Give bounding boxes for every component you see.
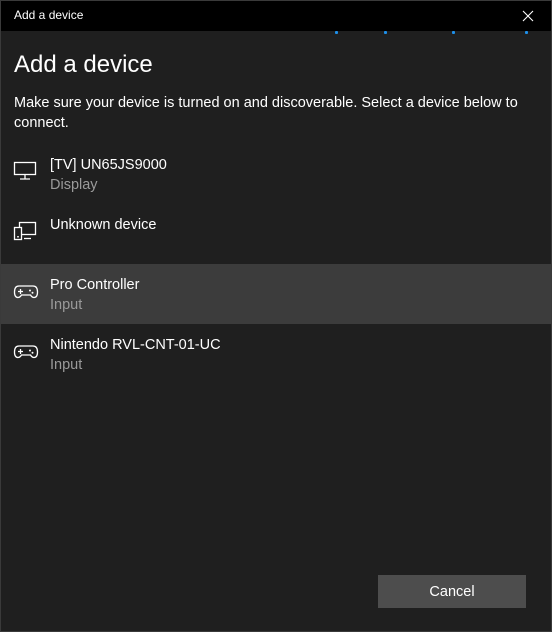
gamepad-icon	[13, 340, 39, 362]
device-item-tv[interactable]: [TV] UN65JS9000 Display	[1, 144, 551, 204]
progress-dot	[384, 31, 387, 34]
page-title: Add a device	[14, 51, 153, 78]
devices-icon	[13, 220, 39, 242]
device-type: Input	[50, 357, 83, 373]
progress-indicator	[1, 31, 551, 37]
title-bar: Add a device	[1, 1, 551, 31]
device-name: [TV] UN65JS9000	[50, 157, 167, 173]
progress-dot	[335, 31, 338, 34]
close-button[interactable]	[505, 1, 551, 31]
device-type: Display	[50, 177, 98, 193]
add-device-window: Add a device Add a device Make sure your…	[0, 0, 552, 632]
device-name: Unknown device	[50, 217, 157, 233]
gamepad-icon	[13, 280, 39, 302]
cancel-button[interactable]: Cancel	[378, 575, 526, 608]
close-icon	[522, 10, 534, 22]
device-type: Input	[50, 297, 83, 313]
device-name: Pro Controller	[50, 277, 140, 293]
progress-dot	[452, 31, 455, 34]
device-list: [TV] UN65JS9000 Display Unknown device P…	[1, 144, 551, 384]
window-title: Add a device	[14, 8, 84, 22]
progress-dot	[525, 31, 528, 34]
device-item-unknown[interactable]: Unknown device	[1, 204, 551, 264]
instructions-text: Make sure your device is turned on and d…	[14, 95, 518, 131]
monitor-icon	[13, 160, 39, 182]
device-name: Nintendo RVL-CNT-01-UC	[50, 337, 221, 353]
device-item-pro-controller[interactable]: Pro Controller Input	[1, 264, 551, 324]
device-item-nintendo-remote[interactable]: Nintendo RVL-CNT-01-UC Input	[1, 324, 551, 384]
